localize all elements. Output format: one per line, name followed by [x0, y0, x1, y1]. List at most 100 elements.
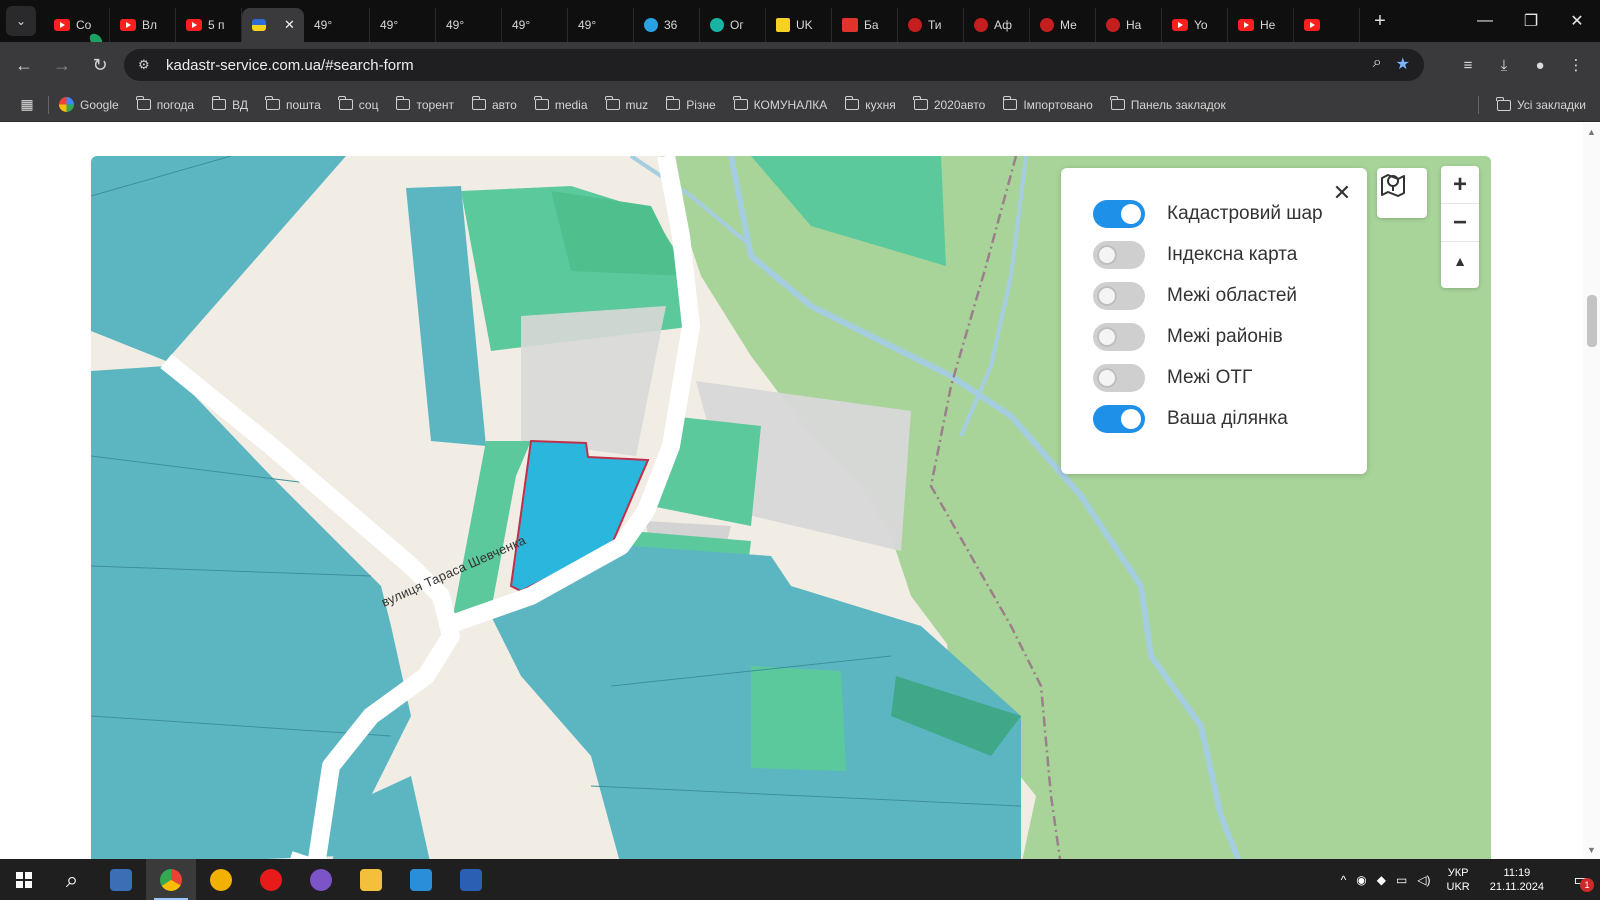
scroll-thumb[interactable]: [1587, 295, 1597, 347]
taskbar-app-explorer-window[interactable]: [96, 859, 146, 900]
bookmark-item[interactable]: muz: [605, 96, 648, 112]
browser-tab[interactable]: На: [1096, 8, 1162, 42]
bookmark-item[interactable]: 2020авто: [913, 96, 985, 112]
all-bookmarks[interactable]: Усі закладки: [1477, 88, 1586, 122]
close-panel-button[interactable]: ✕: [1331, 182, 1353, 204]
bookmark-item[interactable]: погода: [136, 96, 194, 112]
bookmark-item[interactable]: авто: [471, 96, 517, 112]
menu-icon[interactable]: ⋮: [1560, 49, 1592, 81]
browser-tab[interactable]: 5 п: [176, 8, 242, 42]
layer-toggle-row[interactable]: Межі ОТГ: [1093, 362, 1252, 394]
browser-tab[interactable]: Yo: [1162, 8, 1228, 42]
close-window-button[interactable]: ✕: [1554, 0, 1600, 42]
bookmark-star-icon[interactable]: ★: [1396, 54, 1410, 74]
close-tab-icon[interactable]: ✕: [284, 17, 295, 33]
zoom-out-button[interactable]: −: [1441, 204, 1479, 242]
browser-tab[interactable]: 49°: [87, 8, 568, 49]
taskbar-app-files[interactable]: [346, 859, 396, 900]
taskbar-app-viber[interactable]: [296, 859, 346, 900]
layer-toggle-row[interactable]: Межі районів: [1093, 321, 1283, 353]
taskbar-app-opera[interactable]: [246, 859, 296, 900]
browser-tab[interactable]: Аф: [964, 8, 1030, 42]
download-icon[interactable]: ⤓: [1488, 49, 1520, 81]
reload-button[interactable]: ↻: [82, 47, 118, 83]
restore-button[interactable]: ❐: [1508, 0, 1554, 42]
bookmark-item[interactable]: ВД: [211, 96, 248, 112]
browser-tab[interactable]: 36: [634, 8, 700, 42]
browser-tab[interactable]: 49°: [87, 8, 634, 49]
notification-button[interactable]: ▭ 1: [1562, 859, 1600, 900]
taskbar-app-word[interactable]: [446, 859, 496, 900]
scroll-down-arrow-icon[interactable]: ▼: [1587, 845, 1596, 855]
browser-tab[interactable]: Ба: [832, 8, 898, 42]
new-tab-button[interactable]: +: [1366, 10, 1394, 33]
layer-toggle-row[interactable]: Ваша ділянка: [1093, 403, 1288, 435]
forward-button[interactable]: →: [44, 47, 80, 83]
chevron-up-icon[interactable]: ^: [1341, 873, 1347, 887]
bookmark-item[interactable]: торент: [395, 96, 454, 112]
browser-tab[interactable]: Не: [1228, 8, 1294, 42]
bookmark-item[interactable]: Google: [59, 97, 119, 112]
browser-tab[interactable]: Вл: [110, 8, 176, 42]
layer-toggle-switch[interactable]: [1093, 405, 1145, 433]
bookmark-label: Панель закладок: [1130, 97, 1226, 112]
layer-toggle-row[interactable]: Межі областей: [1093, 280, 1297, 312]
browser-tab[interactable]: ✕: [242, 8, 304, 42]
browser-tab[interactable]: 49°: [87, 8, 502, 49]
apps-grid-icon[interactable]: ▦: [16, 94, 38, 116]
layer-toggle-switch[interactable]: [1093, 364, 1145, 392]
bookmark-item[interactable]: соц: [338, 96, 378, 112]
battery-icon[interactable]: ▭: [1396, 873, 1407, 887]
language-indicator[interactable]: УКР UKR: [1447, 866, 1470, 894]
folder-icon: [338, 96, 353, 110]
browser-tab[interactable]: [1294, 8, 1360, 42]
scroll-up-arrow-icon[interactable]: ▲: [1587, 127, 1596, 137]
search-icon[interactable]: ⌕: [48, 859, 96, 900]
taskbar-app-warning[interactable]: [196, 859, 246, 900]
profile-icon[interactable]: ●: [1524, 49, 1556, 81]
media-control-icon[interactable]: ≡: [1452, 49, 1484, 81]
back-button[interactable]: ←: [6, 47, 42, 83]
browser-tab[interactable]: Ме: [1030, 8, 1096, 42]
bookmark-item[interactable]: media: [534, 96, 588, 112]
layer-toggle-row[interactable]: Кадастровий шар: [1093, 198, 1323, 230]
browser-tab[interactable]: 49°: [87, 8, 436, 49]
bookmark-item[interactable]: Панель закладок: [1110, 96, 1226, 112]
reset-north-button[interactable]: ▲: [1441, 242, 1479, 280]
layer-toggle-switch[interactable]: [1093, 323, 1145, 351]
all-bookmarks-label[interactable]: Усі закладки: [1517, 98, 1586, 112]
layer-toggle-switch[interactable]: [1093, 282, 1145, 310]
tab-strip: ⌄ Co Вл 5 п ✕ 49° 49° 49° 49° 49° 36 Ог UK Ба Ти Аф Ме Н…: [0, 0, 1600, 49]
minimize-button[interactable]: —: [1462, 0, 1508, 42]
site-info-icon[interactable]: ⚙: [138, 57, 158, 73]
clock[interactable]: 11:19 21.11.2024: [1490, 866, 1544, 894]
taskbar-app-paint[interactable]: [396, 859, 446, 900]
browser-tab[interactable]: UK: [766, 8, 832, 42]
bookmark-item[interactable]: кухня: [844, 96, 896, 112]
address-bar[interactable]: ⚙ kadastr-service.com.ua/#search-form ⌕ …: [124, 49, 1424, 81]
word-icon: [460, 868, 482, 891]
browser-tab[interactable]: 49°: [87, 8, 370, 49]
volume-icon[interactable]: ◁): [1417, 873, 1430, 887]
zoom-icon[interactable]: ⌕: [1373, 54, 1382, 74]
network-icon[interactable]: ◆: [1377, 873, 1386, 887]
layer-toggle-switch[interactable]: [1093, 241, 1145, 269]
taskbar-app-chrome[interactable]: [146, 859, 196, 900]
layer-toggle-switch[interactable]: [1093, 200, 1145, 228]
tab-search-button[interactable]: ⌄: [6, 6, 36, 36]
cadastral-map[interactable]: вулиця Тараса Шевченка ✕ Кадастровий шар…: [91, 156, 1491, 859]
bookmark-item[interactable]: Різне: [665, 96, 716, 112]
zoom-in-button[interactable]: +: [1441, 166, 1479, 204]
map-layers-button[interactable]: [1377, 168, 1427, 218]
bookmark-item[interactable]: пошта: [265, 96, 321, 112]
start-button[interactable]: [0, 859, 48, 900]
bookmark-item[interactable]: КОМУНАЛКА: [733, 96, 827, 112]
browser-tab[interactable]: Ог: [700, 8, 766, 42]
security-icon[interactable]: ◉: [1356, 873, 1366, 887]
layer-toggle-row[interactable]: Індексна карта: [1093, 239, 1297, 271]
page-scrollbar[interactable]: ▲ ▼: [1583, 123, 1600, 859]
browser-tab[interactable]: Ти: [898, 8, 964, 42]
url-text[interactable]: kadastr-service.com.ua/#search-form: [166, 57, 414, 74]
bookmark-item[interactable]: Імпортовано: [1002, 96, 1093, 112]
folder-icon: [1110, 96, 1125, 110]
